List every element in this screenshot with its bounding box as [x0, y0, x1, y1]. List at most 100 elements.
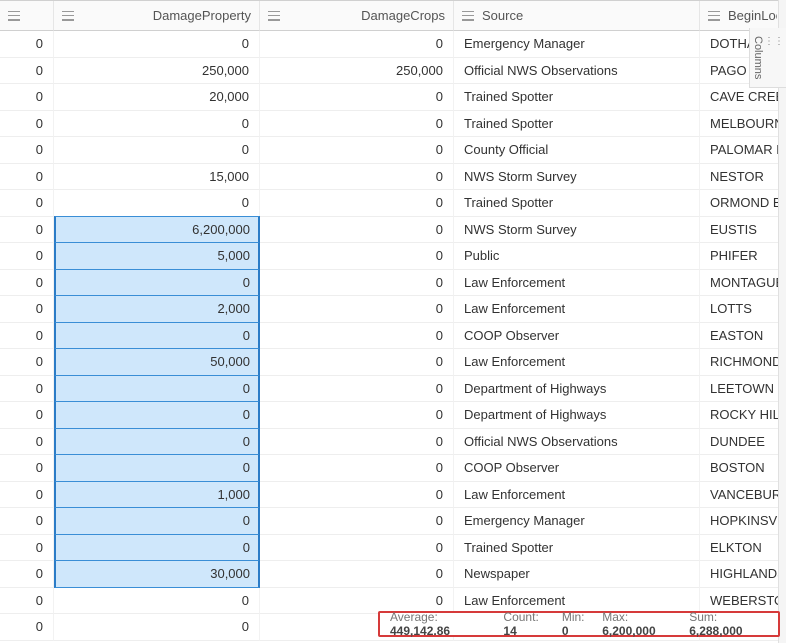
- cell-rows-9-dp[interactable]: 0: [54, 269, 260, 297]
- cell-rows-8-dc[interactable]: 0: [260, 243, 454, 270]
- cell-rows-16-loc[interactable]: BOSTON: [700, 455, 786, 482]
- cell-rows-17-dp[interactable]: 1,000: [54, 481, 260, 509]
- cell-rows-0-dc[interactable]: 0: [260, 31, 454, 58]
- cell-rows-18-dp[interactable]: 0: [54, 507, 260, 535]
- cell-rows-13-src[interactable]: Department of Highways: [454, 376, 700, 403]
- cell-rows-19-c0[interactable]: 0: [0, 535, 54, 562]
- cell-rows-5-dc[interactable]: 0: [260, 164, 454, 191]
- cell-rows-3-dc[interactable]: 0: [260, 111, 454, 138]
- cell-rows-14-loc[interactable]: ROCKY HILL: [700, 402, 786, 429]
- cell-rows-16-dc[interactable]: 0: [260, 455, 454, 482]
- cell-rows-2-dc[interactable]: 0: [260, 84, 454, 111]
- cell-rows-6-src[interactable]: Trained Spotter: [454, 190, 700, 217]
- cell-rows-13-loc[interactable]: LEETOWN: [700, 376, 786, 403]
- cell-rows-4-dp[interactable]: 0: [54, 137, 260, 164]
- cell-rows-0-src[interactable]: Emergency Manager: [454, 31, 700, 58]
- column-menu-icon[interactable]: [268, 11, 280, 21]
- cell-rows-12-dc[interactable]: 0: [260, 349, 454, 376]
- cell-rows-7-loc[interactable]: EUSTIS: [700, 217, 786, 244]
- cell-rows-5-loc[interactable]: NESTOR: [700, 164, 786, 191]
- cell-rows-11-c0[interactable]: 0: [0, 323, 54, 350]
- cell-rows-22-c0[interactable]: 0: [0, 614, 54, 641]
- column-menu-icon[interactable]: [708, 11, 720, 21]
- cell-rows-6-dc[interactable]: 0: [260, 190, 454, 217]
- cell-rows-7-src[interactable]: NWS Storm Survey: [454, 217, 700, 244]
- cell-rows-18-c0[interactable]: 0: [0, 508, 54, 535]
- cell-rows-3-loc[interactable]: MELBOURNE BEACH: [700, 111, 786, 138]
- cell-rows-11-loc[interactable]: EASTON: [700, 323, 786, 350]
- cell-rows-18-dc[interactable]: 0: [260, 508, 454, 535]
- cell-rows-19-src[interactable]: Trained Spotter: [454, 535, 700, 562]
- cell-rows-9-src[interactable]: Law Enforcement: [454, 270, 700, 297]
- cell-rows-1-src[interactable]: Official NWS Observations: [454, 58, 700, 85]
- column-header-source[interactable]: Source: [454, 1, 700, 31]
- cell-rows-2-dp[interactable]: 20,000: [54, 84, 260, 111]
- cell-rows-3-c0[interactable]: 0: [0, 111, 54, 138]
- cell-rows-1-dp[interactable]: 250,000: [54, 58, 260, 85]
- cell-rows-10-src[interactable]: Law Enforcement: [454, 296, 700, 323]
- cell-rows-8-src[interactable]: Public: [454, 243, 700, 270]
- cell-rows-17-dc[interactable]: 0: [260, 482, 454, 509]
- cell-rows-5-src[interactable]: NWS Storm Survey: [454, 164, 700, 191]
- cell-rows-12-c0[interactable]: 0: [0, 349, 54, 376]
- cell-rows-14-dp[interactable]: 0: [54, 401, 260, 429]
- cell-rows-4-c0[interactable]: 0: [0, 137, 54, 164]
- cell-rows-16-c0[interactable]: 0: [0, 455, 54, 482]
- cell-rows-7-dc[interactable]: 0: [260, 217, 454, 244]
- cell-rows-12-loc[interactable]: RICHMOND: [700, 349, 786, 376]
- cell-rows-2-c0[interactable]: 0: [0, 84, 54, 111]
- column-header-damageCrops[interactable]: DamageCrops: [260, 1, 454, 31]
- cell-rows-9-loc[interactable]: MONTAGUE: [700, 270, 786, 297]
- cell-rows-15-dc[interactable]: 0: [260, 429, 454, 456]
- cell-rows-10-dc[interactable]: 0: [260, 296, 454, 323]
- cell-rows-13-c0[interactable]: 0: [0, 376, 54, 403]
- cell-rows-11-dc[interactable]: 0: [260, 323, 454, 350]
- cell-rows-12-src[interactable]: Law Enforcement: [454, 349, 700, 376]
- cell-rows-3-dp[interactable]: 0: [54, 111, 260, 138]
- cell-rows-10-loc[interactable]: LOTTS: [700, 296, 786, 323]
- cell-rows-13-dc[interactable]: 0: [260, 376, 454, 403]
- cell-rows-10-dp[interactable]: 2,000: [54, 295, 260, 323]
- column-header-col0[interactable]: [0, 1, 54, 31]
- cell-rows-20-c0[interactable]: 0: [0, 561, 54, 588]
- cell-rows-15-src[interactable]: Official NWS Observations: [454, 429, 700, 456]
- cell-rows-17-c0[interactable]: 0: [0, 482, 54, 509]
- cell-rows-17-loc[interactable]: VANCEBURG: [700, 482, 786, 509]
- cell-rows-19-loc[interactable]: ELKTON: [700, 535, 786, 562]
- column-header-beginLocation[interactable]: BeginLocation: [700, 1, 786, 31]
- cell-rows-7-dp[interactable]: 6,200,000: [54, 216, 260, 244]
- cell-rows-4-src[interactable]: County Official: [454, 137, 700, 164]
- cell-rows-6-loc[interactable]: ORMOND BEACH: [700, 190, 786, 217]
- cell-rows-1-c0[interactable]: 0: [0, 58, 54, 85]
- cell-rows-17-src[interactable]: Law Enforcement: [454, 482, 700, 509]
- cell-rows-1-dc[interactable]: 250,000: [260, 58, 454, 85]
- cell-rows-5-dp[interactable]: 15,000: [54, 164, 260, 191]
- cell-rows-15-c0[interactable]: 0: [0, 429, 54, 456]
- columns-panel-tab[interactable]: ⋮⋮ Columns: [749, 28, 786, 88]
- cell-rows-6-dp[interactable]: 0: [54, 190, 260, 217]
- column-header-damageProperty[interactable]: DamageProperty: [54, 1, 260, 31]
- cell-rows-21-c0[interactable]: 0: [0, 588, 54, 615]
- column-menu-icon[interactable]: [462, 11, 474, 21]
- cell-rows-8-c0[interactable]: 0: [0, 243, 54, 270]
- cell-rows-12-dp[interactable]: 50,000: [54, 348, 260, 376]
- column-menu-icon[interactable]: [62, 11, 74, 21]
- cell-rows-18-src[interactable]: Emergency Manager: [454, 508, 700, 535]
- cell-rows-5-c0[interactable]: 0: [0, 164, 54, 191]
- cell-rows-6-c0[interactable]: 0: [0, 190, 54, 217]
- cell-rows-4-dc[interactable]: 0: [260, 137, 454, 164]
- cell-rows-13-dp[interactable]: 0: [54, 375, 260, 403]
- column-menu-icon[interactable]: [8, 11, 20, 21]
- cell-rows-8-loc[interactable]: PHIFER: [700, 243, 786, 270]
- cell-rows-19-dp[interactable]: 0: [54, 534, 260, 562]
- cell-rows-14-c0[interactable]: 0: [0, 402, 54, 429]
- cell-rows-14-dc[interactable]: 0: [260, 402, 454, 429]
- data-grid[interactable]: DamagePropertyDamageCropsSourceBeginLoca…: [0, 0, 786, 641]
- cell-rows-20-dp[interactable]: 30,000: [54, 560, 260, 588]
- cell-rows-16-src[interactable]: COOP Observer: [454, 455, 700, 482]
- cell-rows-18-loc[interactable]: HOPKINSVILLE A: [700, 508, 786, 535]
- cell-rows-22-dp[interactable]: 0: [54, 614, 260, 641]
- cell-rows-0-c0[interactable]: 0: [0, 31, 54, 58]
- cell-rows-19-dc[interactable]: 0: [260, 535, 454, 562]
- cell-rows-10-c0[interactable]: 0: [0, 296, 54, 323]
